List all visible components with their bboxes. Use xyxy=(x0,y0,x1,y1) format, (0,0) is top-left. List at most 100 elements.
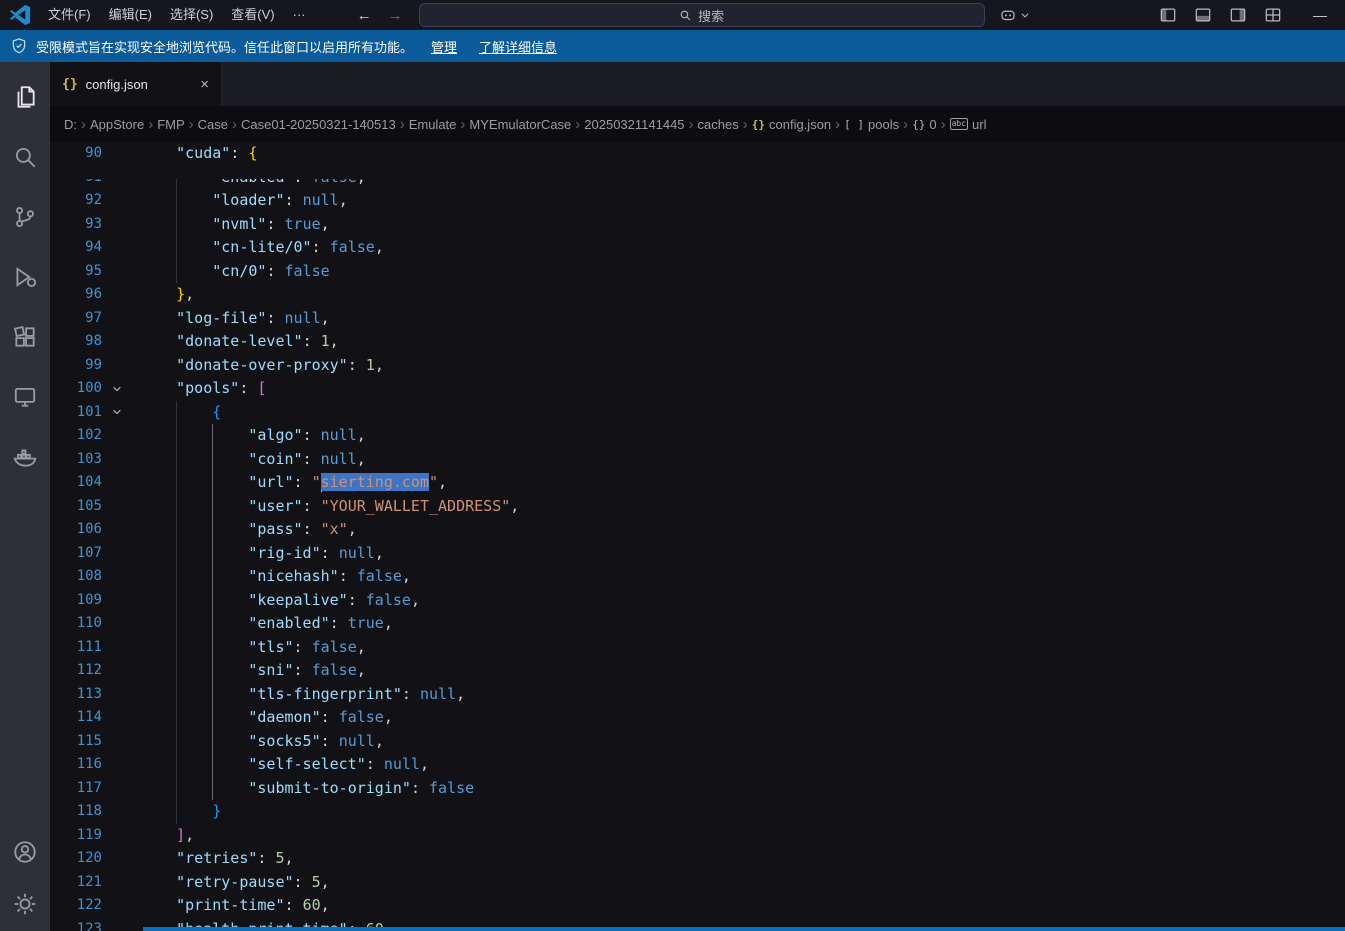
code-line[interactable]: 113 "tls-fingerprint": null, xyxy=(50,683,1345,707)
breadcrumb-label: AppStore xyxy=(90,116,145,132)
code-line[interactable]: 110 "enabled": true, xyxy=(50,612,1345,636)
nav-arrows: ← → xyxy=(357,7,403,24)
breadcrumb-item[interactable]: Case01-20250321-140513 xyxy=(241,117,396,132)
code-text: "print-time": 60, xyxy=(140,894,330,918)
forward-button[interactable]: → xyxy=(388,7,403,24)
code-line[interactable]: 105 "user": "YOUR_WALLET_ADDRESS", xyxy=(50,495,1345,519)
code-line[interactable]: 94 "cn-lite/0": false, xyxy=(50,236,1345,260)
breadcrumb-item[interactable]: [ ] pools xyxy=(844,117,899,132)
copilot-menu[interactable] xyxy=(999,6,1030,24)
code-line[interactable]: 102 "algo": null, xyxy=(50,424,1345,448)
code-line[interactable]: 119 ], xyxy=(50,824,1345,848)
toggle-sidebar-icon[interactable] xyxy=(1158,5,1178,25)
code-text: "keepalive": false, xyxy=(140,589,420,613)
search-icon[interactable] xyxy=(12,144,38,170)
token: true xyxy=(284,214,321,233)
token: false xyxy=(284,261,330,280)
code-line[interactable]: 114 "daemon": false, xyxy=(50,706,1345,730)
code-line[interactable]: 100 "pools": [ xyxy=(50,377,1345,401)
token: , xyxy=(356,426,366,444)
code-line[interactable]: 109 "keepalive": false, xyxy=(50,589,1345,613)
breadcrumb-item[interactable]: Emulate xyxy=(409,117,457,132)
line-gutter: 100 xyxy=(50,377,140,401)
code-text: "cn/0": false xyxy=(140,260,330,284)
code-line[interactable]: 95 "cn/0": false xyxy=(50,260,1345,284)
toggle-secondary-sidebar-icon[interactable] xyxy=(1228,5,1248,25)
code-line[interactable]: 120 "retries": 5, xyxy=(50,847,1345,871)
code-text: } xyxy=(140,800,221,824)
breadcrumb-item[interactable]: MYEmulatorCase xyxy=(469,117,571,132)
breadcrumb-item[interactable]: AppStore xyxy=(90,117,144,132)
account-icon[interactable] xyxy=(12,839,38,865)
breadcrumb-item[interactable]: {} config.json xyxy=(752,117,831,132)
code-line[interactable]: 98 "donate-level": 1, xyxy=(50,330,1345,354)
docker-icon[interactable] xyxy=(12,444,38,470)
breadcrumb-item[interactable]: {} 0 xyxy=(912,117,936,132)
code-line[interactable]: 96 }, xyxy=(50,283,1345,307)
menu-item[interactable]: 查看(V) xyxy=(222,0,283,30)
code-line[interactable]: 103 "coin": null, xyxy=(50,448,1345,472)
code-line[interactable]: 106 "pass": "x", xyxy=(50,518,1345,542)
code-line[interactable]: 122 "print-time": 60, xyxy=(50,894,1345,918)
code-line[interactable]: 115 "socks5": null, xyxy=(50,730,1345,754)
code-line[interactable]: 112 "sni": false, xyxy=(50,659,1345,683)
extensions-icon[interactable] xyxy=(12,324,38,350)
code-line[interactable]: 116 "self-select": null, xyxy=(50,753,1345,777)
token: null xyxy=(284,308,321,327)
breadcrumb-item[interactable]: Case xyxy=(198,117,228,132)
code-line[interactable]: 101 { xyxy=(50,401,1345,425)
menu-item[interactable]: ··· xyxy=(284,0,315,30)
toggle-panel-icon[interactable] xyxy=(1193,5,1213,25)
remote-explorer-icon[interactable] xyxy=(12,384,38,410)
source-control-icon[interactable] xyxy=(12,204,38,230)
customize-layout-icon[interactable] xyxy=(1263,5,1283,25)
code-line[interactable]: 108 "nicehash": false, xyxy=(50,565,1345,589)
code-text: }, xyxy=(140,283,194,307)
line-number: 103 xyxy=(76,450,102,467)
breadcrumb-item[interactable]: abc url xyxy=(949,117,987,132)
code-line[interactable]: 93 "nvml": true, xyxy=(50,213,1345,237)
code-line[interactable]: 104 "url": "sierting.com", xyxy=(50,471,1345,495)
close-tab-icon[interactable]: × xyxy=(200,76,209,93)
code-line[interactable]: 121 "retry-pause": 5, xyxy=(50,871,1345,895)
fold-chevron-icon[interactable] xyxy=(102,401,140,425)
breadcrumb-item[interactable]: D: xyxy=(64,117,77,132)
breadcrumb-item[interactable]: FMP xyxy=(157,117,184,132)
menu-item[interactable]: 编辑(E) xyxy=(100,0,161,30)
code-line[interactable]: 91 "enabled": false, xyxy=(50,165,1345,190)
settings-icon[interactable] xyxy=(12,891,38,917)
code-line[interactable]: 99 "donate-over-proxy": 1, xyxy=(50,354,1345,378)
learn-more-link[interactable]: 了解详细信息 xyxy=(479,37,557,56)
code-line[interactable]: 117 "submit-to-origin": false xyxy=(50,777,1345,801)
code-line[interactable]: 118 } xyxy=(50,800,1345,824)
breadcrumb-item[interactable]: caches xyxy=(698,117,739,132)
code-line[interactable]: 107 "rig-id": null, xyxy=(50,542,1345,566)
tab-config-json[interactable]: {} config.json × xyxy=(50,62,222,106)
back-button[interactable]: ← xyxy=(357,7,372,24)
menu-item[interactable]: 选择(S) xyxy=(161,0,222,30)
minimize-button[interactable]: — xyxy=(1313,7,1327,23)
explorer-icon[interactable] xyxy=(12,84,38,110)
code-editor[interactable]: 90 "cuda": {91 "enabled": false,92 "load… xyxy=(50,142,1345,931)
code-line[interactable]: 97 "log-file": null, xyxy=(50,307,1345,331)
line-gutter: 96 xyxy=(50,283,140,307)
line-number: 105 xyxy=(76,497,102,514)
menu-item[interactable]: 文件(F) xyxy=(39,0,100,30)
code-line[interactable]: 92 "loader": null, xyxy=(50,189,1345,213)
token: "cuda" xyxy=(176,144,231,162)
fold-chevron-icon[interactable] xyxy=(102,377,140,401)
code-line[interactable]: 111 "tls": false, xyxy=(50,636,1345,660)
run-debug-icon[interactable] xyxy=(12,264,38,290)
command-center-search[interactable]: 搜索 xyxy=(418,3,985,27)
code-line[interactable]: 90 "cuda": { xyxy=(50,142,1345,166)
activity-bar xyxy=(12,84,38,504)
token: : xyxy=(410,778,429,797)
manage-link[interactable]: 管理 xyxy=(431,37,457,56)
breadcrumb-item[interactable]: 20250321141445 xyxy=(584,117,684,132)
